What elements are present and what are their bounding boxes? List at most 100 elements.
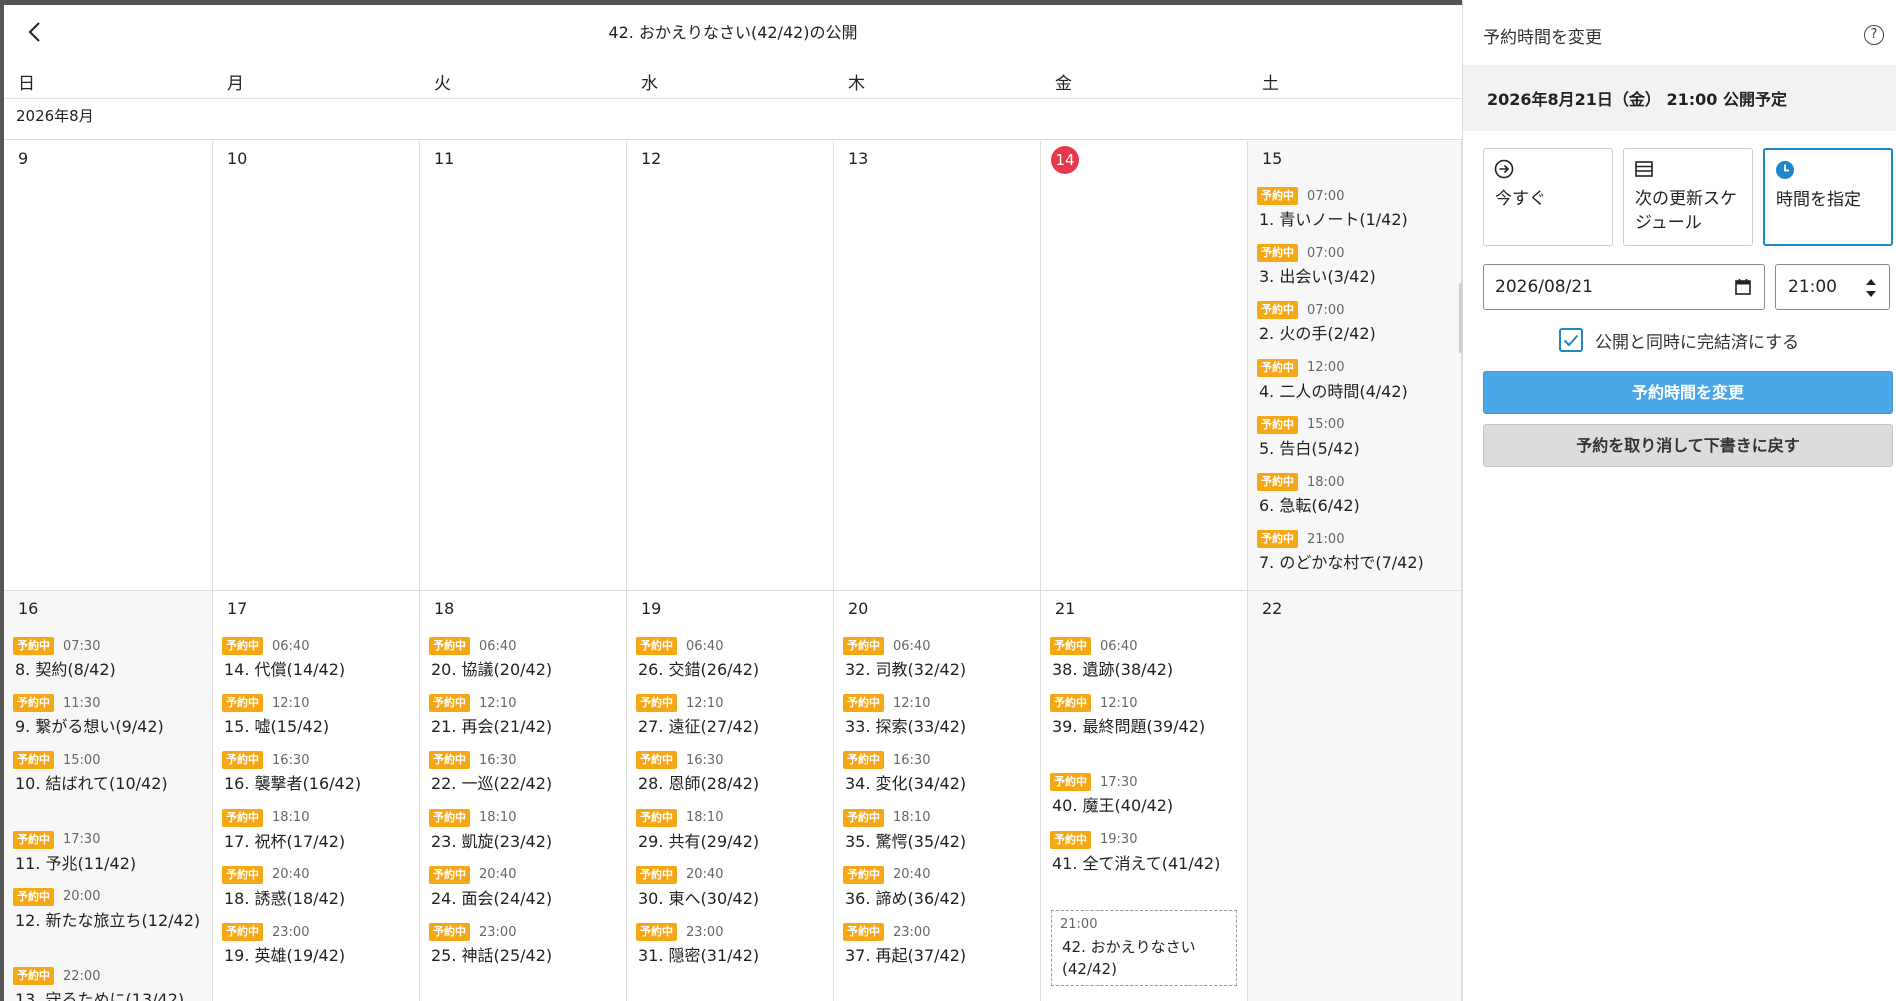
day-cell[interactable]: 11 xyxy=(420,141,627,590)
scheduled-event[interactable]: 予約中 06:40 38. 遺跡(38/42) xyxy=(1050,637,1241,681)
day-number: 19 xyxy=(641,599,662,618)
event-title: 39. 最終問題(39/42) xyxy=(1052,717,1206,737)
scheduled-event[interactable]: 予約中 12:10 39. 最終問題(39/42) xyxy=(1050,694,1241,738)
status-badge: 予約中 xyxy=(636,637,677,655)
help-icon[interactable]: ? xyxy=(1864,25,1884,45)
scheduled-event[interactable]: 予約中 12:00 4. 二人の時間(4/42) xyxy=(1257,358,1455,403)
scheduled-event[interactable]: 予約中 20:40 36. 諦め(36/42) xyxy=(843,865,1034,910)
event-header: 予約中 06:40 xyxy=(222,637,413,655)
status-badge: 予約中 xyxy=(843,751,884,770)
day-cell[interactable]: 15 予約中 07:00 1. 青いノート(1/42) 予約中 07:00 3. 出会い(3… xyxy=(1248,141,1462,590)
day-cell[interactable]: 16 予約中 07:30 8. 契約(8/42) 予約中 11:30 9. 繋がる想い(9/… xyxy=(4,591,213,1001)
option-now-button[interactable]: 今すぐ xyxy=(1483,148,1613,246)
scheduled-event[interactable]: 予約中 23:00 37. 再起(37/42) xyxy=(843,923,1034,967)
event-time: 23:00 xyxy=(686,924,724,940)
event-title: 2. 火の手(2/42) xyxy=(1259,324,1376,344)
day-cell[interactable]: 19 予約中 06:40 26. 交錯(26/42) 予約中 12:10 27. 遠征(27… xyxy=(627,591,834,1001)
option-specify-time-button[interactable]: 時間を指定 xyxy=(1763,148,1893,246)
scheduled-event[interactable]: 予約中 07:00 3. 出会い(3/42) xyxy=(1257,244,1455,288)
day-cell[interactable]: 9 xyxy=(4,141,213,590)
day-cell[interactable]: 12 xyxy=(627,141,834,590)
cancel-schedule-button[interactable]: 予約を取り消して下書きに戻す xyxy=(1483,424,1893,467)
scheduled-event[interactable]: 予約中 18:10 35. 驚愕(35/42) xyxy=(843,808,1034,853)
list-icon xyxy=(1635,161,1653,177)
day-cell[interactable]: 22 xyxy=(1248,591,1462,1001)
scheduled-event[interactable]: 予約中 06:40 26. 交錯(26/42) xyxy=(636,637,827,681)
change-schedule-button[interactable]: 予約時間を変更 xyxy=(1483,371,1893,414)
event-time: 07:00 xyxy=(1307,302,1345,318)
scheduled-event[interactable]: 予約中 18:10 17. 祝杯(17/42) xyxy=(222,808,413,853)
day-cell[interactable]: 17 予約中 06:40 14. 代償(14/42) 予約中 12:10 15. 嘘(15/… xyxy=(213,591,420,1001)
scheduled-event[interactable]: 予約中 07:00 2. 火の手(2/42) xyxy=(1257,301,1455,345)
scheduled-event[interactable]: 予約中 20:40 30. 東へ(30/42) xyxy=(636,865,827,910)
weekday-label: 水 xyxy=(641,74,658,94)
scheduled-event[interactable]: 予約中 18:10 29. 共有(29/42) xyxy=(636,808,827,853)
option-next-schedule-button[interactable]: 次の更新スケジュール xyxy=(1623,148,1753,246)
scheduled-event[interactable]: 予約中 16:30 28. 恩師(28/42) xyxy=(636,751,827,795)
event-header: 予約中 11:30 xyxy=(13,694,206,713)
scheduled-event[interactable]: 予約中 15:00 5. 告白(5/42) xyxy=(1257,415,1455,460)
time-value: 21:00 xyxy=(1788,277,1837,297)
scheduled-event[interactable]: 予約中 15:00 10. 結ばれて(10/42) xyxy=(13,751,206,795)
scheduled-event[interactable]: 予約中 07:30 8. 契約(8/42) xyxy=(13,637,206,681)
scheduled-event[interactable]: 予約中 22:00 13. 守るために(13/42) xyxy=(13,967,206,1001)
status-badge: 予約中 xyxy=(13,637,54,655)
scheduled-event[interactable]: 予約中 17:30 11. 予兆(11/42) xyxy=(13,830,206,875)
event-title: 33. 探索(33/42) xyxy=(845,717,967,737)
event-header: 予約中 06:40 xyxy=(429,637,620,655)
calendar-icon[interactable] xyxy=(1734,278,1752,296)
scheduled-event[interactable]: 予約中 16:30 34. 変化(34/42) xyxy=(843,751,1034,795)
status-badge: 予約中 xyxy=(1257,473,1298,491)
scheduled-event[interactable]: 予約中 21:00 7. のどかな村で(7/42) xyxy=(1257,530,1455,574)
scheduled-event[interactable]: 予約中 23:00 25. 神話(25/42) xyxy=(429,923,620,967)
day-cell[interactable]: 20 予約中 06:40 32. 司教(32/42) 予約中 12:10 33. 探索(33… xyxy=(834,591,1041,1001)
event-header: 予約中 17:30 xyxy=(13,830,206,849)
event-header: 予約中 07:00 xyxy=(1257,244,1455,263)
scheduled-event[interactable]: 予約中 12:10 27. 遠征(27/42) xyxy=(636,694,827,738)
event-title: 26. 交錯(26/42) xyxy=(638,660,760,679)
event-header: 予約中 20:40 xyxy=(843,865,1034,884)
event-title: 1. 青いノート(1/42) xyxy=(1259,210,1408,229)
spinner-icon[interactable] xyxy=(1865,277,1877,299)
scheduled-event[interactable]: 予約中 16:30 16. 襲撃者(16/42) xyxy=(222,751,413,795)
scheduled-event[interactable]: 予約中 17:30 40. 魔王(40/42) xyxy=(1050,773,1241,817)
status-badge: 予約中 xyxy=(1257,530,1298,549)
scheduled-event[interactable]: 予約中 19:30 41. 全て消えて(41/42) xyxy=(1050,830,1241,875)
scheduled-event[interactable]: 予約中 18:00 6. 急転(6/42) xyxy=(1257,473,1455,517)
scheduled-event[interactable]: 予約中 07:00 1. 青いノート(1/42) xyxy=(1257,187,1455,231)
date-input[interactable]: 2026/08/21 xyxy=(1483,264,1765,310)
day-cell[interactable]: 13 xyxy=(834,141,1041,590)
event-title: 29. 共有(29/42) xyxy=(638,831,760,851)
day-number: 10 xyxy=(227,149,248,168)
status-badge: 予約中 xyxy=(222,808,263,827)
time-input[interactable]: 21:00 xyxy=(1775,264,1890,310)
weekday-label: 日 xyxy=(18,74,35,94)
status-badge: 予約中 xyxy=(222,637,263,655)
scheduled-event[interactable]: 予約中 12:10 15. 嘘(15/42) xyxy=(222,694,413,738)
pending-event[interactable]: 21:00 42. おかえりなさい(42/42) xyxy=(1051,909,1237,986)
day-cell[interactable]: 14 xyxy=(1041,141,1248,590)
arrow-circle-icon xyxy=(1494,159,1514,179)
scheduled-event[interactable]: 予約中 12:10 21. 再会(21/42) xyxy=(429,694,620,738)
event-title: 6. 急転(6/42) xyxy=(1259,496,1360,515)
day-cell[interactable]: 18 予約中 06:40 20. 協議(20/42) 予約中 12:10 21. 再会(21… xyxy=(420,591,627,1001)
event-time: 18:10 xyxy=(272,810,310,826)
scheduled-event[interactable]: 予約中 18:10 23. 凱旋(23/42) xyxy=(429,808,620,853)
scheduled-event[interactable]: 予約中 20:40 18. 誘惑(18/42) xyxy=(222,865,413,910)
scheduled-event[interactable]: 予約中 06:40 14. 代償(14/42) xyxy=(222,637,413,681)
complete-checkbox[interactable] xyxy=(1559,328,1583,352)
event-time: 16:30 xyxy=(686,752,724,768)
scheduled-event[interactable]: 予約中 11:30 9. 繋がる想い(9/42) xyxy=(13,694,206,738)
scheduled-event[interactable]: 予約中 20:00 12. 新たな旅立ち(12/42) xyxy=(13,887,206,932)
day-number: 12 xyxy=(641,149,662,168)
scheduled-event[interactable]: 予約中 23:00 19. 英雄(19/42) xyxy=(222,923,413,967)
day-number: 9 xyxy=(18,149,29,168)
scheduled-event[interactable]: 予約中 23:00 31. 隠密(31/42) xyxy=(636,923,827,967)
scheduled-event[interactable]: 予約中 20:40 24. 面会(24/42) xyxy=(429,865,620,910)
scheduled-event[interactable]: 予約中 06:40 32. 司教(32/42) xyxy=(843,637,1034,681)
scheduled-event[interactable]: 予約中 12:10 33. 探索(33/42) xyxy=(843,694,1034,738)
day-cell[interactable]: 10 xyxy=(213,141,420,590)
scheduled-event[interactable]: 予約中 16:30 22. 一巡(22/42) xyxy=(429,751,620,795)
day-cell[interactable]: 21 予約中 06:40 38. 遺跡(38/42) 予約中 12:10 39. 最終問題(… xyxy=(1041,591,1248,1001)
scheduled-event[interactable]: 予約中 06:40 20. 協議(20/42) xyxy=(429,637,620,681)
